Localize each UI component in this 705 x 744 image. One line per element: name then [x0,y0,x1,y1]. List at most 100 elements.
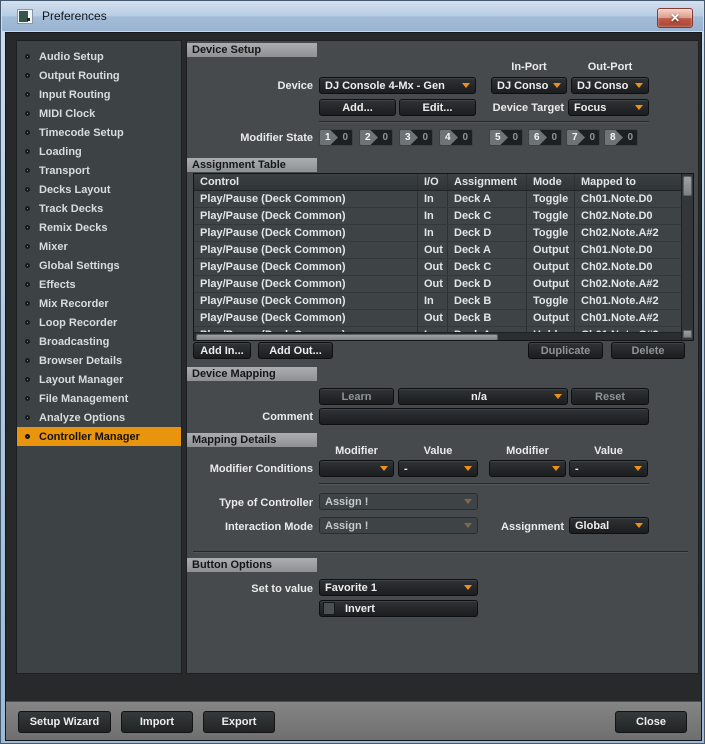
modifier-value-1-dropdown[interactable]: - [398,460,478,477]
table-row[interactable]: Play/Pause (Deck Common)OutDeck DOutputC… [194,276,681,293]
duplicate-button[interactable]: Duplicate [528,342,603,359]
sidebar-item-label: Decks Layout [39,184,111,196]
modifier-condition-2-dropdown[interactable] [489,460,566,477]
sidebar-item-mixer[interactable]: Mixer [17,237,181,256]
learn-button[interactable]: Learn [319,388,394,405]
import-label: Import [140,716,174,728]
device-target-dropdown[interactable]: Focus [568,99,649,116]
sidebar-item-label: Input Routing [39,89,110,101]
titlebar[interactable]: Preferences ✕ [2,1,703,31]
chevron-down-icon [462,83,470,88]
radio-bullet-icon [25,149,30,154]
out-port-dropdown[interactable]: DJ Conso [571,77,649,94]
column-header-control[interactable]: Control [194,174,417,190]
sidebar-item-controller-manager[interactable]: Controller Manager [17,427,181,446]
modifier-state-2[interactable]: 20 [359,129,393,146]
close-window-button[interactable]: ✕ [657,8,693,28]
sidebar-item-timecode-setup[interactable]: Timecode Setup [17,123,181,142]
sidebar-item-midi-clock[interactable]: MIDI Clock [17,104,181,123]
add-device-button[interactable]: Add... [319,99,396,116]
sidebar-item-loading[interactable]: Loading [17,142,181,161]
modifier-value-2-dropdown[interactable]: - [569,460,648,477]
sidebar-item-audio-setup[interactable]: Audio Setup [17,47,181,66]
mapping-source-dropdown[interactable]: n/a [398,388,568,405]
set-to-value-label: Set to value [187,582,313,596]
radio-bullet-icon [25,396,30,401]
column-header-mode[interactable]: Mode [526,174,574,190]
sidebar-item-track-decks[interactable]: Track Decks [17,199,181,218]
sidebar-item-effects[interactable]: Effects [17,275,181,294]
device-dropdown[interactable]: DJ Console 4-Mx - Gen [319,77,476,94]
sidebar-item-label: Mixer [39,241,68,253]
add-out-button[interactable]: Add Out... [258,342,333,359]
column-header-i-o[interactable]: I/O [417,174,447,190]
modifier-state-8[interactable]: 80 [604,129,638,146]
interaction-mode-label: Interaction Mode [187,520,313,534]
table-row[interactable]: Play/Pause (Deck Common)OutDeck COutputC… [194,259,681,276]
dialog-body: Audio SetupOutput Routing Input Routing MI… [5,32,702,741]
assignment-dropdown[interactable]: Global [569,517,649,534]
sidebar-item-label: File Management [39,393,128,405]
type-of-controller-dropdown[interactable]: Assign ! [319,493,478,510]
sidebar-item-label: Loop Recorder [39,317,117,329]
comment-input[interactable] [319,408,649,425]
interaction-mode-value: Assign ! [325,520,368,532]
modifier-conditions-label: Modifier Conditions [187,462,313,476]
modifier-state-5[interactable]: 50 [489,129,523,146]
sidebar-item-output-routing[interactable]: Output Routing [17,66,181,85]
invert-toggle[interactable]: Invert [319,600,478,617]
sidebar-item-loop-recorder[interactable]: Loop Recorder [17,313,181,332]
close-button[interactable]: Close [615,711,687,733]
sidebar-item-decks-layout[interactable]: Decks Layout [17,180,181,199]
column-header-assignment[interactable]: Assignment [447,174,526,190]
edit-device-button[interactable]: Edit... [399,99,476,116]
table-row[interactable]: Play/Pause (Deck Common)OutDeck BOutputC… [194,310,681,327]
sidebar-item-analyze-options[interactable]: Analyze Options [17,408,181,427]
invert-checkbox[interactable] [323,602,335,615]
sidebar-item-broadcasting[interactable]: Broadcasting [17,332,181,351]
table-row[interactable]: Play/Pause (Deck Common)InDeck DToggleCh… [194,225,681,242]
table-row[interactable]: Play/Pause (Deck Common)InDeck BToggleCh… [194,293,681,310]
sidebar-item-transport[interactable]: Transport [17,161,181,180]
sidebar-item-file-management[interactable]: File Management [17,389,181,408]
set-to-value-dropdown[interactable]: Favorite 1 [319,579,478,596]
table-cell: Output [526,259,574,275]
table-cell: Toggle [526,293,574,309]
in-port-dropdown[interactable]: DJ Conso [491,77,567,94]
horizontal-scrollbar-thumb[interactable] [196,334,498,340]
column-header-mapped-to[interactable]: Mapped to [574,174,681,190]
chevron-down-icon [464,466,472,471]
preferences-window: Preferences ✕ Audio SetupOutput Routing I… [0,0,705,744]
interaction-mode-dropdown[interactable]: Assign ! [319,517,478,534]
sidebar-item-browser-details[interactable]: Browser Details [17,351,181,370]
import-button[interactable]: Import [121,711,193,733]
modifier-state-3[interactable]: 30 [399,129,433,146]
sidebar-item-mix-recorder[interactable]: Mix Recorder [17,294,181,313]
controller-manager-panel: Device Setup In-Port Out-Port Device DJ … [186,40,699,674]
vertical-scrollbar-thumb[interactable] [683,176,692,196]
table-row[interactable]: Play/Pause (Deck Common)InDeck AToggleCh… [194,191,681,208]
table-cell: Deck D [447,225,526,241]
setup-wizard-button[interactable]: Setup Wizard [18,711,111,733]
out-port-value: DJ Conso [577,80,628,92]
modifier-condition-1-dropdown[interactable] [319,460,394,477]
export-button[interactable]: Export [203,711,275,733]
modifier-state-1[interactable]: 10 [319,129,353,146]
modifier-state-6[interactable]: 60 [528,129,562,146]
modifier-state-7[interactable]: 70 [566,129,600,146]
horizontal-scrollbar[interactable] [194,332,681,340]
reset-button[interactable]: Reset [571,388,649,405]
sidebar-item-input-routing[interactable]: Input Routing [17,85,181,104]
sidebar-item-remix-decks[interactable]: Remix Decks [17,218,181,237]
vertical-scrollbar[interactable] [681,174,693,340]
sidebar-item-layout-manager[interactable]: Layout Manager [17,370,181,389]
modifier-state-4[interactable]: 40 [439,129,473,146]
radio-bullet-icon [25,358,30,363]
table-row[interactable]: Play/Pause (Deck Common)OutDeck AOutputC… [194,242,681,259]
radio-bullet-icon [25,282,30,287]
sidebar-item-global-settings[interactable]: Global Settings [17,256,181,275]
table-row[interactable]: Play/Pause (Deck Common)InDeck CToggleCh… [194,208,681,225]
delete-button[interactable]: Delete [611,342,685,359]
table-cell: Ch01.Note.D0 [574,242,681,258]
add-in-button[interactable]: Add In... [193,342,251,359]
